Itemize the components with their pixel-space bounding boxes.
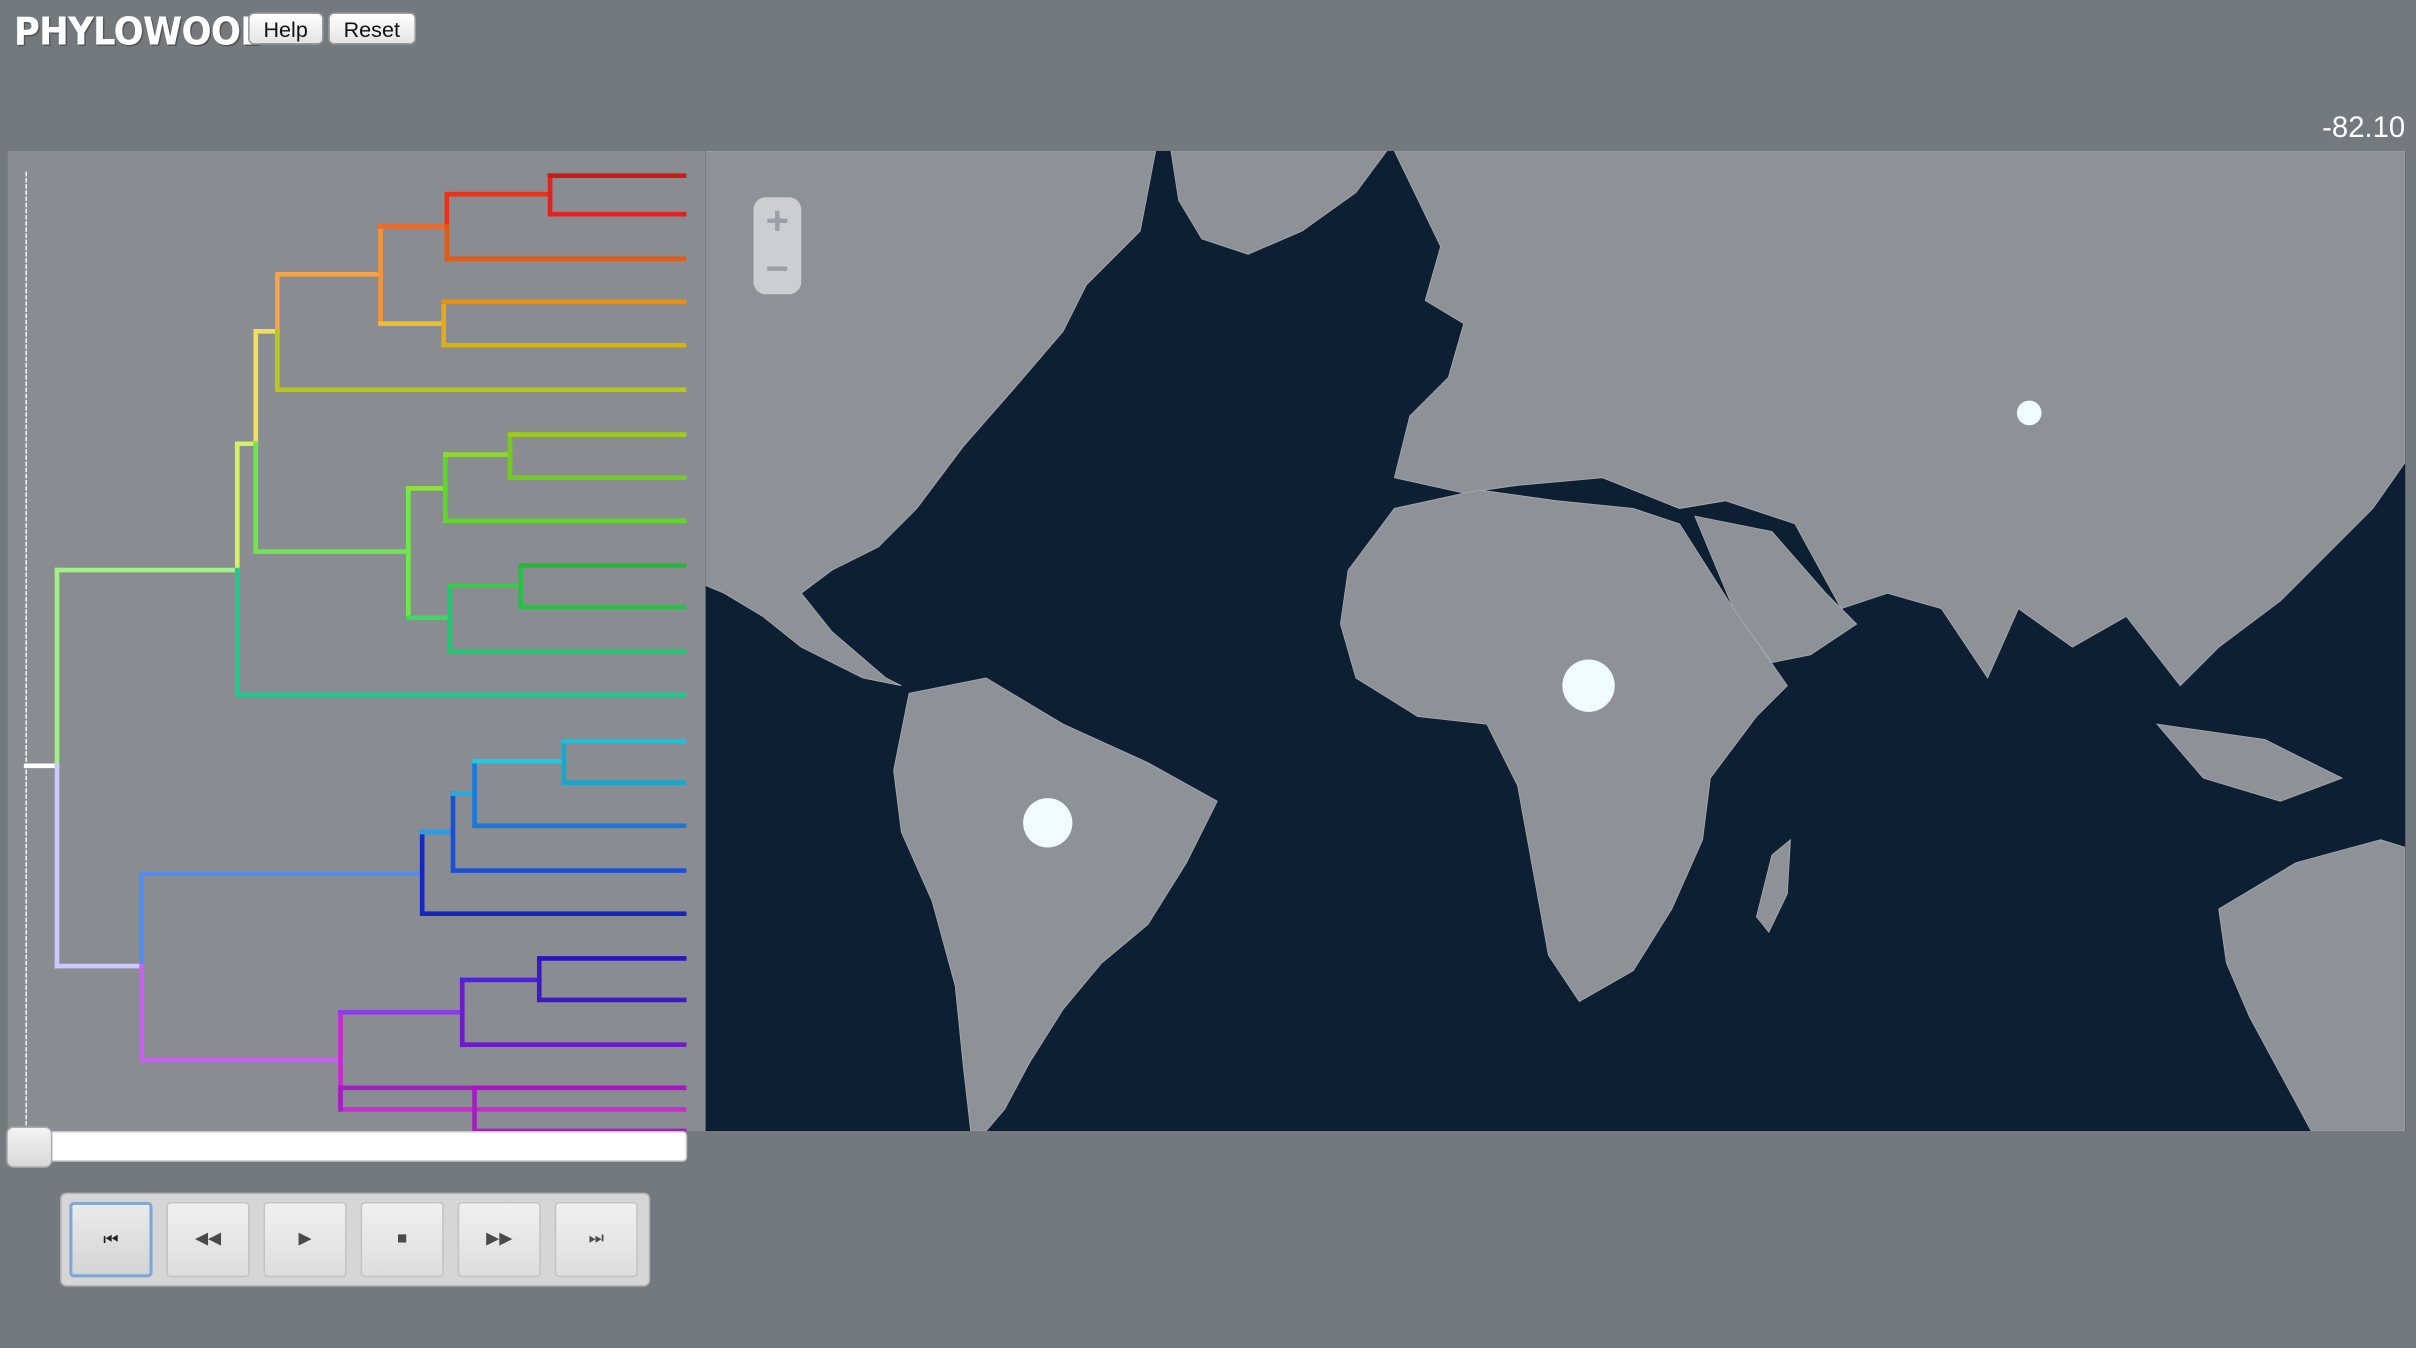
time-display: -82.10 <box>2322 112 2406 145</box>
tree-branch <box>547 173 687 217</box>
reset-button[interactable]: Reset <box>328 12 416 45</box>
rewind-button[interactable]: ◀◀ <box>166 1201 250 1278</box>
tree-branch <box>253 441 411 554</box>
zoom-in-button[interactable]: + <box>753 197 801 245</box>
range-marker-south-america[interactable] <box>1023 798 1073 848</box>
play-icon: ▶ <box>298 1229 312 1249</box>
timeline-slider-handle[interactable] <box>6 1126 53 1168</box>
skip-to-start-icon: ⏮ <box>103 1231 119 1250</box>
tree-branch <box>507 432 687 480</box>
playback-controls: ⏮ ◀◀ ▶ ■ ▶▶ ⏭ <box>60 1192 651 1287</box>
map-canvas <box>705 150 2406 1131</box>
tree-branch <box>444 224 687 262</box>
tree-branch <box>234 567 687 698</box>
tree-branch <box>338 1009 687 1112</box>
fast-forward-icon: ▶▶ <box>486 1229 513 1249</box>
skip-to-start-button[interactable]: ⏮ <box>69 1201 153 1278</box>
play-button[interactable]: ▶ <box>263 1201 347 1278</box>
stop-icon: ■ <box>397 1229 408 1249</box>
app-root: PHYLOWOOD Help Reset -82.10 + − ⏮ ◀◀ ▶ ■… <box>0 0 2416 1348</box>
tree-branch <box>459 977 687 1047</box>
help-button[interactable]: Help <box>248 12 324 45</box>
tree-branch <box>275 328 687 393</box>
tree-branch <box>518 563 687 610</box>
skip-to-end-icon: ⏭ <box>588 1229 604 1249</box>
phylogeny-tree[interactable] <box>8 151 706 1134</box>
range-marker-central-asia[interactable] <box>2016 400 2042 426</box>
tree-panel <box>7 150 706 1134</box>
stop-button[interactable]: ■ <box>360 1201 444 1278</box>
timeline-slider-track[interactable] <box>7 1130 688 1162</box>
tree-branch <box>561 738 687 786</box>
zoom-out-button[interactable]: − <box>753 245 801 293</box>
tree-branch <box>450 791 687 873</box>
skip-to-end-button[interactable]: ⏭ <box>554 1201 638 1278</box>
app-logo: PHYLOWOOD <box>13 9 270 54</box>
tree-branch <box>472 758 687 829</box>
world-map[interactable] <box>705 150 2406 1131</box>
fast-forward-button[interactable]: ▶▶ <box>457 1201 541 1278</box>
tree-branch <box>447 583 687 655</box>
map-zoom-control: + − <box>753 197 802 295</box>
tree-branch <box>442 452 687 524</box>
tree-branch <box>536 956 687 1003</box>
range-marker-africa[interactable] <box>1562 659 1615 712</box>
rewind-icon: ◀◀ <box>194 1229 222 1249</box>
